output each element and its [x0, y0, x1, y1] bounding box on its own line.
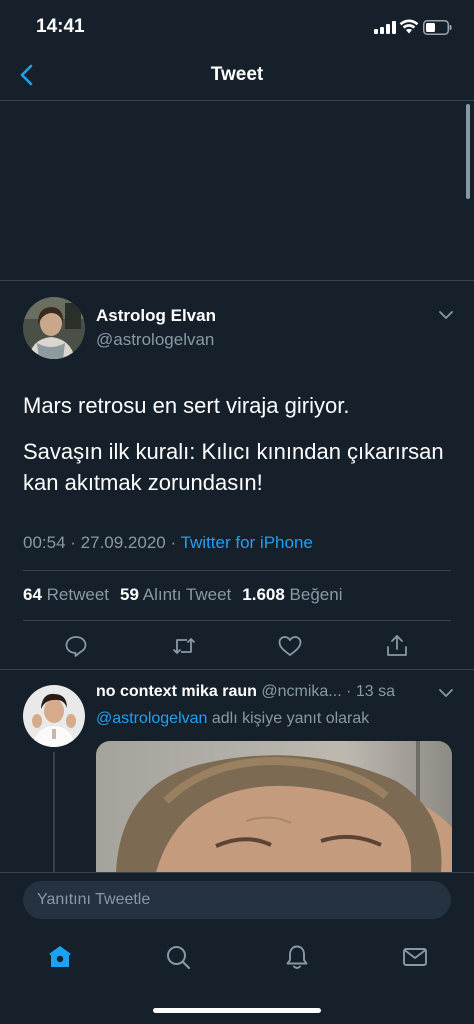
wifi-icon [399, 19, 419, 34]
tweet-date: 27.09.2020 [80, 533, 166, 552]
reply-time: · 13 sa [346, 683, 396, 700]
retweet-label: Retweet [46, 585, 110, 604]
reply-composer-input[interactable]: Yanıtını Tweetle [23, 881, 451, 919]
tweet-source-link[interactable]: Twitter for iPhone [181, 533, 313, 552]
tweet-text-line-1: Mars retrosu en sert viraja giriyor. [23, 393, 350, 418]
thread-line [53, 752, 55, 872]
reply-context-text: adlı kişiye yanıt olarak [211, 710, 370, 727]
retweet-count: 64 [23, 585, 42, 604]
reply-author-name[interactable]: no context mika raun [96, 683, 257, 700]
divider [0, 669, 474, 670]
tweet-time: 00:54 [23, 533, 66, 552]
chevron-down-icon[interactable] [438, 687, 454, 699]
comment-icon[interactable] [63, 633, 89, 659]
notifications-icon[interactable] [283, 943, 311, 971]
home-indicator[interactable] [153, 1008, 321, 1013]
tweet-meta: 00:54 · 27.09.2020 · Twitter for iPhone [23, 533, 313, 552]
status-time: 14:41 [36, 16, 85, 37]
status-bar: 14:41 [0, 0, 474, 50]
share-icon[interactable] [384, 633, 410, 659]
author-name[interactable]: Astrolog Elvan [96, 306, 216, 326]
quote-stat[interactable]: 59 Alıntı Tweet [120, 585, 231, 604]
heart-icon[interactable] [277, 633, 303, 659]
reply-header: no context mika raun @ncmika... · 13 sa [96, 683, 436, 701]
divider [23, 570, 451, 571]
like-count: 1.608 [242, 585, 285, 604]
page-title: Tweet [210, 64, 264, 85]
reply-media-image[interactable] [96, 741, 452, 872]
parent-tweet-media-area [0, 102, 474, 281]
messages-icon[interactable] [401, 943, 429, 971]
home-icon[interactable] [46, 943, 74, 971]
composer-placeholder: Yanıtını Tweetle [37, 891, 151, 908]
battery-icon [423, 20, 452, 35]
chevron-down-icon[interactable] [438, 309, 454, 321]
navigation-header: Tweet [0, 50, 474, 101]
reply-context: @astrologelvan adlı kişiye yanıt olarak [96, 710, 369, 728]
divider [23, 620, 451, 621]
retweet-icon[interactable] [171, 633, 197, 659]
search-icon[interactable] [164, 943, 192, 971]
reply-author-avatar[interactable] [23, 685, 85, 747]
scrollbar[interactable] [466, 104, 470, 199]
like-stat[interactable]: 1.608 Beğeni [242, 585, 342, 604]
tweet-text-line-2: Savaşın ilk kuralı: Kılıcı kınından çıka… [23, 439, 444, 495]
like-label: Beğeni [289, 585, 343, 604]
author-handle[interactable]: @astrologelvan [96, 330, 214, 350]
author-avatar[interactable] [23, 297, 85, 359]
quote-label: Alıntı Tweet [142, 585, 232, 604]
quote-count: 59 [120, 585, 139, 604]
reply-mention-link[interactable]: @astrologelvan [96, 710, 207, 727]
cellular-signal-icon [374, 21, 396, 34]
engagement-stats: 64 Retweet 59 Alıntı Tweet 1.608 Beğeni [23, 585, 342, 605]
retweet-stat[interactable]: 64 Retweet [23, 585, 109, 604]
reply-author-handle[interactable]: @ncmika... [261, 683, 341, 700]
